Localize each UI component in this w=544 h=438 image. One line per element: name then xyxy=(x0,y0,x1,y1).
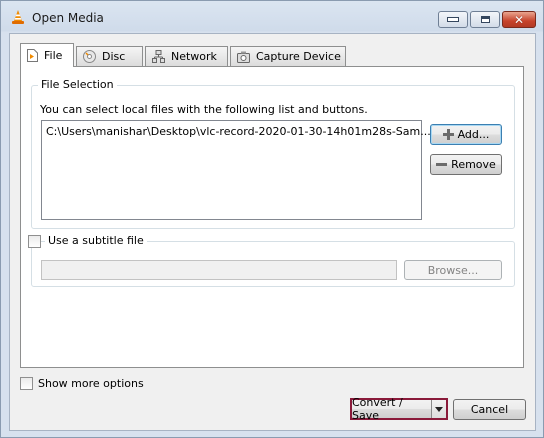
browse-button: Browse... xyxy=(404,260,502,280)
tab-disc-label: Disc xyxy=(102,50,126,63)
file-selection-group: File Selection You can select local file… xyxy=(31,78,515,229)
close-icon: ✕ xyxy=(513,12,525,27)
subtitle-checkbox[interactable] xyxy=(28,235,41,248)
network-icon xyxy=(152,50,165,63)
convert-save-button[interactable]: Convert / Save xyxy=(350,396,448,422)
tab-file-label: File xyxy=(44,49,63,62)
plus-icon xyxy=(442,129,454,140)
maximize-icon xyxy=(480,16,490,23)
dialog-client-area: File Disc Network Capture Device File Se… xyxy=(9,33,536,431)
remove-button[interactable]: Remove xyxy=(430,154,502,175)
tab-network[interactable]: Network xyxy=(145,46,228,66)
convert-dropdown-button[interactable] xyxy=(432,400,446,418)
window-title: Open Media xyxy=(32,11,104,25)
tab-capture-device[interactable]: Capture Device xyxy=(230,46,346,66)
tab-disc[interactable]: Disc xyxy=(76,46,143,66)
show-more-options-label[interactable]: Show more options xyxy=(38,377,144,390)
file-selection-description: You can select local files with the foll… xyxy=(40,103,368,116)
minus-icon xyxy=(436,163,448,166)
vlc-cone-icon xyxy=(12,10,24,24)
disc-icon xyxy=(83,50,96,63)
tab-capture-device-label: Capture Device xyxy=(256,50,341,63)
cancel-button[interactable]: Cancel xyxy=(453,399,526,420)
minimize-icon xyxy=(447,17,459,22)
title-bar[interactable]: Open Media ✕ xyxy=(1,1,543,34)
file-selection-title: File Selection xyxy=(38,78,117,91)
subtitle-path-input xyxy=(41,260,397,280)
file-list[interactable]: C:\Users\manishar\Desktop\vlc-record-202… xyxy=(41,120,431,220)
file-tab-panel: File Selection You can select local file… xyxy=(20,66,524,368)
subtitle-checkbox-label[interactable]: Use a subtitle file xyxy=(45,234,147,247)
subtitle-group: Use a subtitle file Browse... xyxy=(28,234,515,287)
tab-file[interactable]: File xyxy=(20,43,74,67)
add-button[interactable]: Add... xyxy=(430,124,502,145)
show-more-options-checkbox[interactable] xyxy=(20,377,33,390)
add-button-label: Add... xyxy=(457,128,490,141)
camera-icon xyxy=(237,51,250,63)
remove-button-label: Remove xyxy=(451,158,496,171)
maximize-button[interactable] xyxy=(470,11,500,28)
list-item[interactable]: C:\Users\manishar\Desktop\vlc-record-202… xyxy=(46,125,431,138)
tab-network-label: Network xyxy=(171,50,217,63)
open-media-window: Open Media ✕ File Disc Network Capture D… xyxy=(0,0,544,438)
chevron-down-icon xyxy=(435,406,443,412)
convert-save-label[interactable]: Convert / Save xyxy=(352,396,432,422)
file-icon xyxy=(27,49,38,62)
close-button[interactable]: ✕ xyxy=(502,11,536,28)
minimize-button[interactable] xyxy=(438,11,468,28)
